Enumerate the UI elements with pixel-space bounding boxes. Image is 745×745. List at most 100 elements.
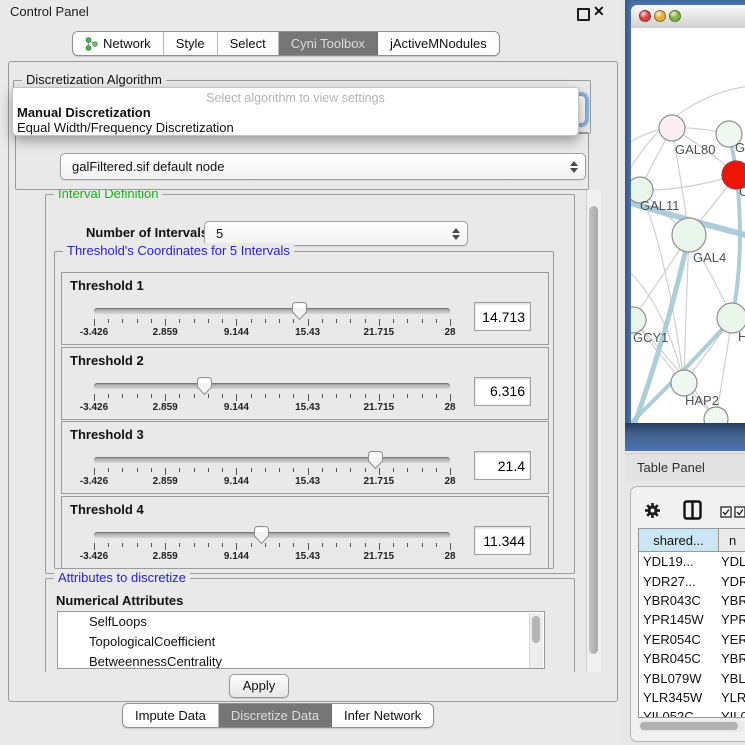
tab-cyni-toolbox[interactable]: Cyni Toolbox [279,32,378,55]
num-intervals-value: 5 [205,226,452,241]
tick-label: 15.43 [295,327,320,338]
tick-mark [151,468,152,472]
tick-mark [322,468,323,472]
close-traffic-light[interactable] [639,10,651,22]
table-row[interactable]: YBR043CYBR0 [639,591,745,610]
tick-mark [422,394,423,398]
network-node[interactable] [659,115,685,141]
tick-mark [379,468,380,475]
table-row[interactable]: YIL052CYIL0 [639,707,745,718]
attributes-listbox: SelfLoopsTopologicalCoefficientBetweenne… [57,611,545,669]
slider-track[interactable] [94,383,450,389]
dropdown-item[interactable]: Manual Discretization [13,105,578,120]
tick-label: 28 [444,402,455,413]
threshold-value-input[interactable] [474,526,531,555]
tab-label: Select [230,36,266,51]
tick-mark [336,468,337,472]
tab-select[interactable]: Select [218,32,279,55]
tab-infer-network[interactable]: Infer Network [332,704,433,727]
tick-mark [265,468,266,472]
tick-label: 15.43 [295,476,320,487]
tick-mark [222,543,223,547]
network-graph: GAL80GACGAL11GAL4GCY1HHAP2 [631,28,745,423]
table-row[interactable]: YBR045CYBR0 [639,649,745,668]
group-title: Threshold's Coordinates for 5 Intervals [63,243,294,258]
tab-jactivemnodules[interactable]: jActiveMNodules [378,32,499,55]
tick-mark [236,468,237,475]
tick-mark [365,543,366,547]
tick-mark [436,319,437,323]
threshold-slider: -3.4262.8599.14415.4321.71528 [94,302,450,342]
cyni-toolbox-content: Discretization Algorithm Select algorith… [8,61,618,702]
group-title: Discretization Algorithm [22,72,166,87]
tick-mark [208,394,209,398]
apply-button[interactable]: Apply [229,674,289,698]
tick-mark [293,319,294,323]
table-row[interactable]: YBL079WYBL0 [639,668,745,687]
tick-mark [137,468,138,472]
tick-label: 9.144 [224,476,249,487]
table-cell: YER054C [639,630,719,649]
threshold-row: Threshold 2-3.4262.8599.14415.4321.71528 [61,347,549,420]
threshold-value-input[interactable] [474,451,531,480]
table-cell: YPR1 [719,610,745,629]
scrollbar-thumb[interactable] [640,722,738,730]
dropdown-item[interactable]: Equal Width/Frequency Discretization [13,120,578,135]
tick-mark [265,319,266,323]
num-intervals-label: Number of Intervals [86,225,208,240]
tab-network[interactable]: Network [73,32,164,55]
table-cell: YER0 [719,630,745,649]
table-panel-titlebar: Table Panel [625,453,745,481]
tick-label: 15.43 [295,402,320,413]
split-columns-icon[interactable] [683,500,702,520]
table-row[interactable]: YDL19...YDL1 [639,552,745,571]
table-row[interactable]: YPR145WYPR1 [639,610,745,629]
table-row[interactable]: YLR345WYLR3 [639,688,745,707]
tab-discretize-data[interactable]: Discretize Data [219,704,332,727]
checked-box-icon[interactable] [734,506,745,518]
network-canvas[interactable]: GAL80GACGAL11GAL4GCY1HHAP2 [631,28,745,423]
threshold-value-input[interactable] [474,302,531,331]
attributes-group: Attributes to discretize Numerical Attri… [45,578,575,672]
node-label: GAL80 [675,142,715,157]
threshold-value-input[interactable] [474,377,531,406]
slider-track[interactable] [94,457,450,463]
network-node[interactable] [672,218,706,252]
table-row[interactable]: YER054CYER0 [639,630,745,649]
thresholds-group: Threshold's Coordinates for 5 Intervals … [54,251,554,569]
tick-mark [165,468,166,475]
attribute-list-item[interactable]: SelfLoops [58,612,544,632]
tick-mark [165,394,166,401]
network-window-titlebar[interactable] [631,5,745,29]
slider-thumb[interactable] [367,451,384,470]
threshold-label: Threshold 3 [70,427,144,442]
slider-track[interactable] [94,308,450,314]
close-icon[interactable]: ✕ [593,3,605,20]
gear-icon[interactable] [644,502,661,519]
table-row[interactable]: YDR27...YDR2 [639,571,745,590]
tick-mark [194,468,195,472]
column-header-2[interactable]: n [719,529,745,551]
dropdown-hint: Select algorithm to view settings [13,91,578,105]
tick-label: 21.715 [364,476,395,487]
attribute-list-item[interactable]: BetweennessCentrality [58,652,544,669]
attribute-list-item[interactable]: TopologicalCoefficient [58,632,544,652]
table-data-combobox[interactable]: galFiltered.sif default node [60,153,586,180]
tick-mark [179,394,180,398]
slider-track[interactable] [94,532,450,538]
zoom-traffic-light[interactable] [669,10,681,22]
slider-thumb[interactable] [196,377,213,396]
column-header-1[interactable]: shared... [639,529,719,551]
tick-mark [450,319,451,326]
scrollbar-thumb[interactable] [589,206,598,654]
scrollbar-thumb[interactable] [532,616,540,643]
slider-thumb[interactable] [253,526,270,545]
checked-box-icon[interactable] [720,506,732,518]
tick-label: 21.715 [364,402,395,413]
minimize-traffic-light[interactable] [654,10,666,22]
table-cell: YBL0 [719,668,745,687]
float-window-icon[interactable] [577,8,590,21]
tab-style[interactable]: Style [164,32,218,55]
tab-impute-data[interactable]: Impute Data [123,704,219,727]
tick-mark [436,543,437,547]
